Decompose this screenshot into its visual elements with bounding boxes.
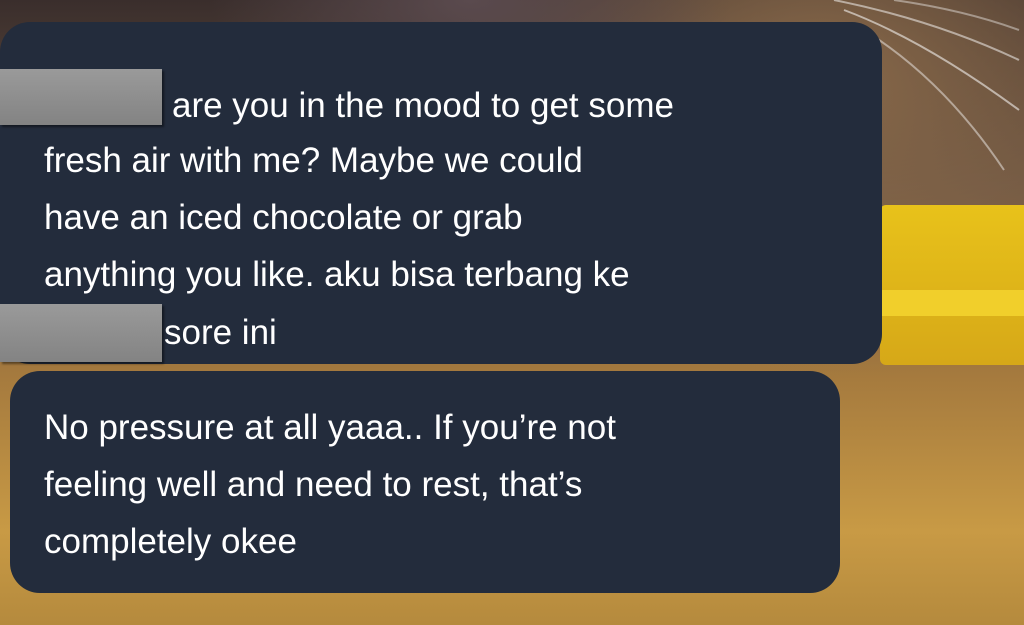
redacted-location-block (0, 304, 162, 362)
message-bubble-1[interactable]: are you in the mood to get some fresh ai… (0, 22, 882, 364)
message-bubble-2[interactable]: No pressure at all yaaa.. If you’re not … (10, 371, 840, 593)
message-1-line-4: anything you like. aku bisa terbang ke (44, 255, 630, 294)
message-2-line-1: No pressure at all yaaa.. If you’re not (44, 408, 616, 447)
message-2-line-2: feeling well and need to rest, that’s (44, 465, 583, 504)
message-1-line-1: are you in the mood to get some (172, 86, 674, 125)
wallpaper-yellow-object (880, 205, 1024, 365)
message-2-line-3: completely okee (44, 522, 297, 561)
message-1-line-3: have an iced chocolate or grab (44, 198, 523, 237)
message-1-line-5: sore ini (164, 313, 277, 352)
message-1-line-2: fresh air with me? Maybe we could (44, 141, 583, 180)
redacted-name-block (0, 69, 162, 125)
